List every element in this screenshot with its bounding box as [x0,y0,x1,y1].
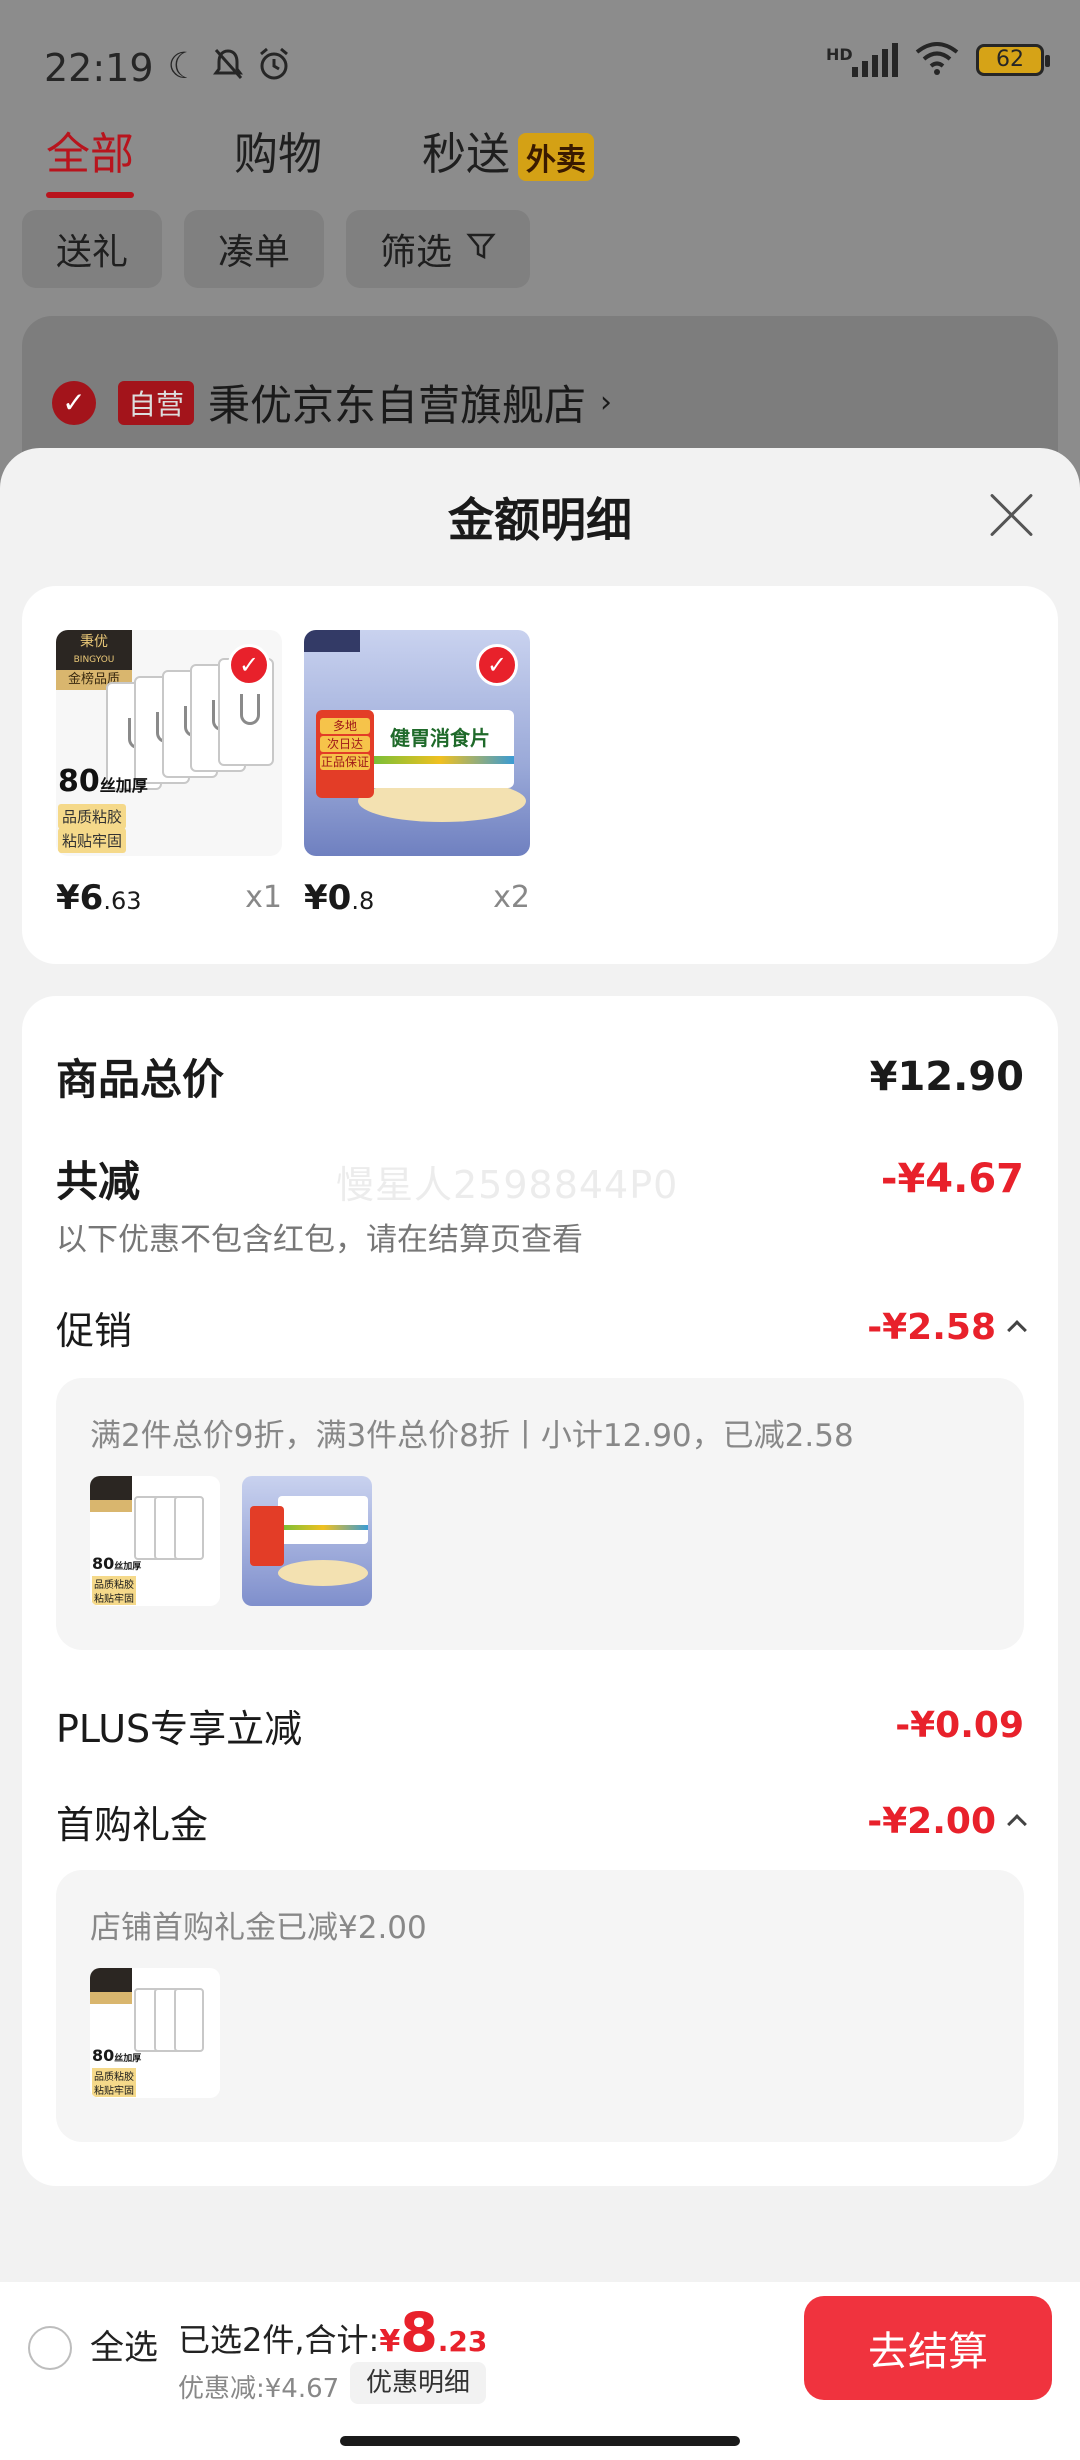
signal-icon: HD [826,43,898,77]
first-purchase-gift-value: -¥2.00 [867,1801,996,1842]
total-reduction-row: 共减 -¥4.67 [56,1155,1024,1207]
first-purchase-gift-row[interactable]: 首购礼金 -¥2.00 [56,1794,1027,1849]
filter-gift[interactable]: 送礼 [22,210,163,288]
promotion-thumb-tablets [242,1476,372,1606]
promotion-row[interactable]: 促销 -¥2.58 [56,1300,1027,1355]
product-check-icon[interactable]: ✓ [476,644,518,686]
close-icon[interactable] [986,490,1036,540]
status-bar: 22:19 ☾ HD 62 [44,40,1050,96]
total-price-row: 商品总价 ¥12.90 [56,1053,1024,1105]
moon-icon: ☾ [167,45,200,87]
store-row[interactable]: ✓ 自营 秉优京东自营旗舰店 › [52,372,612,433]
reduction-note: 以下优惠不包含红包，请在结算页查看 [56,1222,583,1258]
product-item[interactable]: 秉优 BINGYOU 金榜品质 80丝加厚 品质粘胶 粘贴牢固 ✓ ¥6.63 x… [56,630,282,918]
home-indicator[interactable] [340,2436,740,2446]
alarm-icon [256,46,292,91]
discount-summary: 优惠减:¥4.67 [178,2374,340,2404]
total-price-value: ¥12.90 [869,1053,1024,1100]
promotion-detail-panel: 满2件总价9折，满3件总价8折丨小计12.90，已减2.58 80丝加厚 品质粘… [56,1378,1024,1650]
total-reduction-value: -¥4.67 [880,1155,1024,1202]
tab-instant-delivery[interactable]: 秒送 外卖 [422,118,594,182]
product-image-tablets: 健胃消食片 多地 次日达 正品保证 ✓ [304,630,530,856]
battery-icon: 62 [976,44,1050,76]
select-all-label[interactable]: 全选 [90,2326,158,2370]
tab-shopping[interactable]: 购物 [234,118,322,182]
first-purchase-detail-panel: 店铺首购礼金已减¥2.00 80丝加厚 品质粘胶 粘贴牢固 [56,1870,1024,2142]
store-check-icon[interactable]: ✓ [52,380,96,425]
product-check-icon[interactable]: ✓ [228,644,270,686]
plus-discount-row: PLUS专享立减 -¥0.09 [56,1705,1024,1751]
total-amount: 8 [400,2301,438,2364]
takeout-badge: 外卖 [518,133,594,181]
tab-all[interactable]: 全部 [46,118,134,198]
first-purchase-thumb-hooks: 80丝加厚 品质粘胶 粘贴牢固 [90,1968,220,2098]
product-item[interactable]: 健胃消食片 多地 次日达 正品保证 ✓ ¥0.8 x2 [304,630,530,918]
order-tabs: 全部 购物 秒送 外卖 [46,118,594,198]
chevron-right-icon: › [600,385,613,420]
filter-screen[interactable]: 筛选 [346,210,531,288]
chevron-up-icon[interactable] [1007,1320,1027,1340]
filter-bar: 送礼 凑单 筛选 [22,210,531,288]
first-purchase-description: 店铺首购礼金已减¥2.00 [90,1910,427,1946]
product-quantity: x1 [245,880,282,915]
plus-discount-value: -¥0.09 [895,1705,1024,1746]
promotion-value: -¥2.58 [867,1307,996,1348]
promotion-thumb-hooks: 80丝加厚 品质粘胶 粘贴牢固 [90,1476,220,1606]
discount-detail-button[interactable]: 优惠明细 [350,2362,487,2404]
promotion-description: 满2件总价9折，满3件总价8折丨小计12.90，已减2.58 [90,1418,854,1454]
wifi-icon [914,40,960,80]
funnel-icon [466,229,496,270]
product-quantity: x2 [493,880,530,915]
filter-add-on[interactable]: 凑单 [184,210,325,288]
chevron-up-icon[interactable] [1007,1814,1027,1834]
product-price: ¥0.8 [304,878,375,918]
checkout-button[interactable]: 去结算 [804,2296,1052,2400]
order-summary: 已选2件,合计: ¥ 8 .23 [178,2301,488,2364]
store-name[interactable]: 秉优京东自营旗舰店 [208,372,586,433]
product-price: ¥6.63 [56,878,142,918]
status-time: 22:19 [44,46,154,90]
select-all-radio[interactable] [28,2326,72,2370]
product-image-hooks: 秉优 BINGYOU 金榜品质 80丝加厚 品质粘胶 粘贴牢固 ✓ [56,630,282,856]
bell-off-icon [210,46,246,91]
sheet-title: 金额明细 [448,493,632,547]
self-operated-badge: 自营 [118,380,195,425]
